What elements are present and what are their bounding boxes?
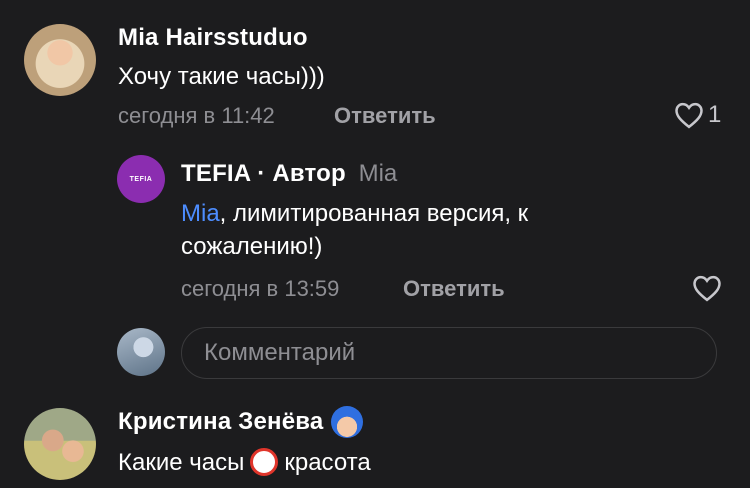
like-button[interactable]: 1 (674, 101, 721, 129)
comment-text: Какие часы красота (118, 446, 371, 479)
like-button[interactable] (692, 274, 722, 307)
comment-input[interactable]: Комментарий (181, 327, 717, 379)
comment-text-part1: Какие часы (118, 449, 245, 476)
avatar-mia[interactable] (24, 24, 96, 96)
mention-link[interactable]: Mia (181, 200, 220, 227)
reply-button[interactable]: Ответить (334, 103, 436, 129)
alarm-clock-emoji (250, 447, 279, 476)
comment-text: Хочу такие часы))) (118, 63, 325, 90)
avatar-current-user (117, 328, 165, 376)
comment-author[interactable]: Кристина Зенёва (118, 408, 323, 435)
reply-header: TEFIA · Автор Mia (181, 160, 397, 188)
heart-icon (693, 275, 721, 302)
reply-to-user[interactable]: Mia (359, 160, 398, 187)
comment-text-line2: сожалению!) (181, 233, 323, 260)
reply-button[interactable]: Ответить (403, 276, 505, 302)
comment-text-part2: красота (284, 449, 371, 476)
comment-input-placeholder: Комментарий (204, 339, 356, 366)
comment-author[interactable]: TEFIA · Автор (181, 160, 346, 187)
comment-text: Mia, лимитированная версия, к сожалению!… (181, 197, 701, 263)
avatar-label: TEFIA (129, 175, 153, 183)
superhero-emoji (331, 405, 364, 438)
comment-author[interactable]: Mia Hairsstuduo (118, 24, 308, 52)
comment-author-row: Кристина Зенёва (118, 405, 364, 441)
heart-icon (675, 102, 703, 129)
comment-timestamp: сегодня в 13:59 (181, 276, 340, 301)
avatar-tefia[interactable]: TEFIA (117, 155, 165, 203)
comment-timestamp: сегодня в 11:42 (118, 103, 275, 128)
comment-text-line1: , лимитированная версия, к (219, 200, 529, 227)
avatar-kristina[interactable] (24, 408, 96, 480)
like-count: 1 (708, 101, 722, 128)
